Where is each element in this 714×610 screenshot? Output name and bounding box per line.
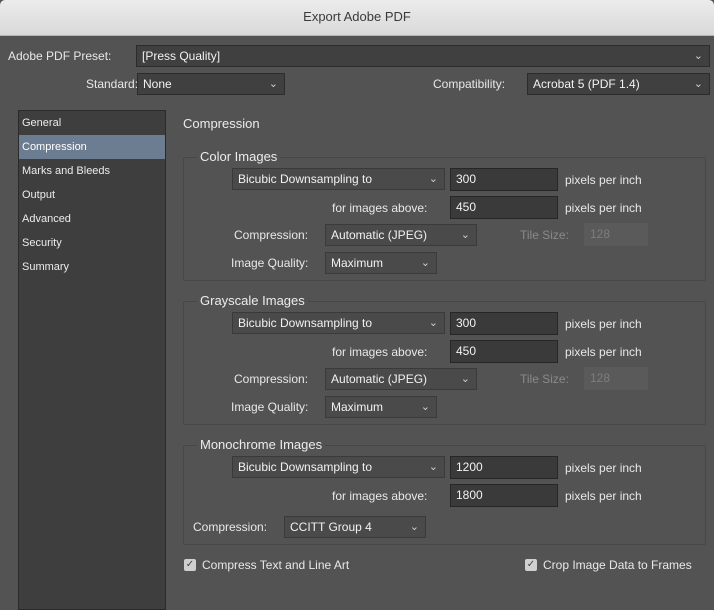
- compatibility-value: Acrobat 5 (PDF 1.4): [533, 77, 640, 91]
- color-compression-value: Automatic (JPEG): [331, 228, 428, 242]
- gray-quality-label: Image Quality:: [231, 400, 309, 414]
- color-ppi-input[interactable]: 300: [450, 168, 558, 191]
- color-images-title: Color Images: [197, 149, 281, 164]
- mono-above-input[interactable]: 1800: [450, 484, 558, 507]
- gray-quality-dropdown[interactable]: Maximum ⌄: [325, 396, 437, 418]
- mono-downsample-dropdown[interactable]: Bicubic Downsampling to ⌄: [232, 456, 445, 478]
- compress-text-label: Compress Text and Line Art: [202, 558, 350, 572]
- color-tile-input: 128: [584, 223, 648, 246]
- standard-label: Standard:: [86, 77, 139, 91]
- chevron-down-icon: ⌄: [420, 257, 430, 269]
- preset-label: Adobe PDF Preset:: [8, 49, 112, 63]
- gray-tile-label: Tile Size:: [520, 372, 569, 386]
- gray-ppi-input[interactable]: 300: [450, 312, 558, 335]
- monochrome-images-title: Monochrome Images: [197, 437, 326, 452]
- gray-ppi-unit: pixels per inch: [565, 317, 642, 331]
- standard-value: None: [143, 77, 172, 91]
- compatibility-label: Compatibility:: [433, 77, 506, 91]
- sidebar-item-advanced[interactable]: Advanced: [19, 207, 165, 231]
- mono-compression-dropdown[interactable]: CCITT Group 4 ⌄: [284, 516, 426, 538]
- color-tile-label: Tile Size:: [520, 228, 569, 242]
- preset-dropdown[interactable]: [Press Quality] ⌄: [136, 45, 710, 67]
- compatibility-dropdown[interactable]: Acrobat 5 (PDF 1.4) ⌄: [527, 73, 710, 95]
- chevron-down-icon: ⌄: [693, 78, 703, 90]
- sidebar-item-compression[interactable]: Compression: [19, 135, 165, 159]
- compress-text-checkbox[interactable]: ✓: [184, 559, 196, 571]
- gray-above-label: for images above:: [332, 345, 428, 359]
- color-compression-label: Compression:: [234, 228, 309, 242]
- color-above-label: for images above:: [332, 201, 428, 215]
- mono-compression-label: Compression:: [193, 520, 268, 534]
- checkmark-icon: ✓: [526, 559, 536, 570]
- mono-downsample-value: Bicubic Downsampling to: [238, 460, 373, 474]
- mono-above-unit: pixels per inch: [565, 489, 642, 503]
- mono-ppi-unit: pixels per inch: [565, 461, 642, 475]
- gray-tile-input: 128: [584, 367, 648, 390]
- chevron-down-icon: ⌄: [428, 461, 438, 473]
- gray-compression-dropdown[interactable]: Automatic (JPEG) ⌄: [325, 368, 477, 390]
- color-quality-value: Maximum: [331, 256, 384, 270]
- color-quality-label: Image Quality:: [231, 256, 309, 270]
- sidebar-item-security[interactable]: Security: [19, 231, 165, 255]
- color-downsample-dropdown[interactable]: Bicubic Downsampling to ⌄: [232, 168, 445, 190]
- sidebar-item-marks-and-bleeds[interactable]: Marks and Bleeds: [19, 159, 165, 183]
- gray-above-input[interactable]: 450: [450, 340, 558, 363]
- gray-above-unit: pixels per inch: [565, 345, 642, 359]
- color-compression-dropdown[interactable]: Automatic (JPEG) ⌄: [325, 224, 477, 246]
- mono-ppi-input[interactable]: 1200: [450, 456, 558, 479]
- gray-downsample-dropdown[interactable]: Bicubic Downsampling to ⌄: [232, 312, 445, 334]
- sidebar: General Compression Marks and Bleeds Out…: [18, 110, 166, 610]
- mono-above-label: for images above:: [332, 489, 428, 503]
- chevron-down-icon: ⌄: [460, 373, 470, 385]
- color-ppi-unit: pixels per inch: [565, 173, 642, 187]
- chevron-down-icon: ⌄: [428, 173, 438, 185]
- chevron-down-icon: ⌄: [460, 229, 470, 241]
- chevron-down-icon: ⌄: [409, 521, 419, 533]
- sidebar-item-summary[interactable]: Summary: [19, 255, 165, 279]
- chevron-down-icon: ⌄: [693, 50, 703, 62]
- gray-compression-value: Automatic (JPEG): [331, 372, 428, 386]
- gray-quality-value: Maximum: [331, 400, 384, 414]
- crop-image-checkbox[interactable]: ✓: [525, 559, 537, 571]
- color-quality-dropdown[interactable]: Maximum ⌄: [325, 252, 437, 274]
- mono-compression-value: CCITT Group 4: [290, 520, 372, 534]
- color-downsample-value: Bicubic Downsampling to: [238, 172, 373, 186]
- color-above-input[interactable]: 450: [450, 196, 558, 219]
- grayscale-images-title: Grayscale Images: [197, 293, 308, 308]
- sidebar-item-general[interactable]: General: [19, 111, 165, 135]
- gray-compression-label: Compression:: [234, 372, 309, 386]
- preset-value: [Press Quality]: [142, 49, 221, 63]
- window-titlebar: Export Adobe PDF: [0, 0, 714, 36]
- sidebar-item-output[interactable]: Output: [19, 183, 165, 207]
- window-title: Export Adobe PDF: [303, 9, 411, 24]
- checkmark-icon: ✓: [185, 559, 195, 570]
- chevron-down-icon: ⌄: [420, 401, 430, 413]
- crop-image-label: Crop Image Data to Frames: [543, 558, 692, 572]
- section-title: Compression: [183, 116, 260, 131]
- standard-dropdown[interactable]: None ⌄: [137, 73, 285, 95]
- chevron-down-icon: ⌄: [428, 317, 438, 329]
- gray-downsample-value: Bicubic Downsampling to: [238, 316, 373, 330]
- color-above-unit: pixels per inch: [565, 201, 642, 215]
- chevron-down-icon: ⌄: [268, 78, 278, 90]
